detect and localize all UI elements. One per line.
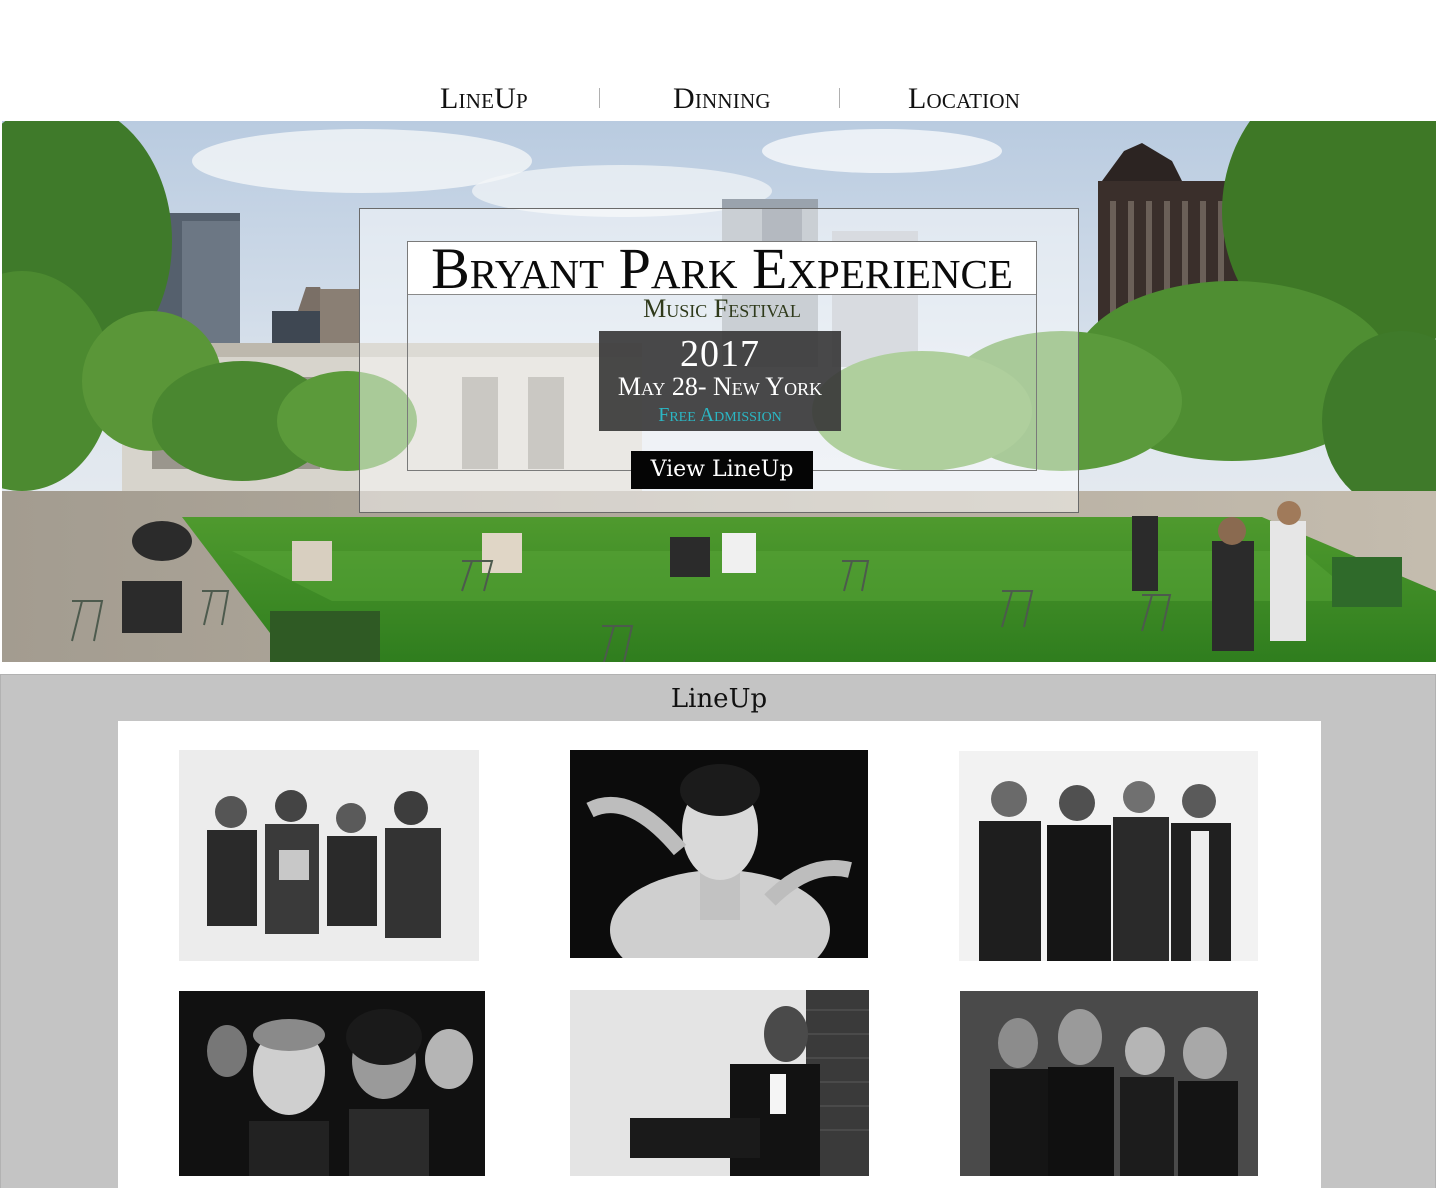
artist-card-5[interactable] — [570, 990, 869, 1176]
lineup-heading: LineUp — [670, 684, 768, 714]
title-band: Bryant Park Experience — [408, 236, 1036, 301]
artist-card-4[interactable] — [179, 991, 485, 1176]
nav-dinning-link[interactable]: Dinning — [673, 82, 771, 116]
band-photo-icon — [959, 751, 1258, 961]
event-date-box: 2017 May 28- New York Free Admission — [599, 331, 841, 431]
solo-portrait-photo-icon — [570, 750, 868, 958]
artist-card-6[interactable] — [960, 991, 1258, 1176]
top-navigation: LineUp Dinning Location — [0, 0, 1438, 121]
event-date-location: May 28- New York — [617, 372, 823, 401]
festival-title: Bryant Park Experience — [431, 236, 1013, 301]
event-year: 2017 — [680, 333, 760, 375]
lineup-grid — [118, 721, 1321, 1189]
hero-banner: Bryant Park Experience Music Festival 20… — [2, 121, 1436, 662]
artist-card-2[interactable] — [570, 750, 868, 958]
view-lineup-button[interactable]: View LineUp — [631, 451, 813, 489]
nav-divider — [599, 88, 600, 108]
nav-lineup-link[interactable]: LineUp — [440, 82, 528, 116]
nav-location-link[interactable]: Location — [908, 82, 1020, 116]
artist-card-3[interactable] — [959, 751, 1258, 961]
festival-subtitle: Music Festival — [643, 294, 801, 323]
hero-info-frame: Bryant Park Experience Music Festival 20… — [407, 236, 1037, 471]
band-photo-icon — [179, 750, 479, 961]
solo-portrait-photo-icon — [570, 990, 869, 1176]
nav-divider — [839, 88, 840, 108]
band-photo-icon — [960, 991, 1258, 1176]
band-photo-icon — [179, 991, 485, 1176]
lineup-section: LineUp — [0, 674, 1436, 1189]
artist-card-1[interactable] — [179, 750, 479, 961]
admission-note: Free Admission — [658, 404, 782, 426]
hero-info-panel: Bryant Park Experience Music Festival 20… — [359, 208, 1079, 513]
